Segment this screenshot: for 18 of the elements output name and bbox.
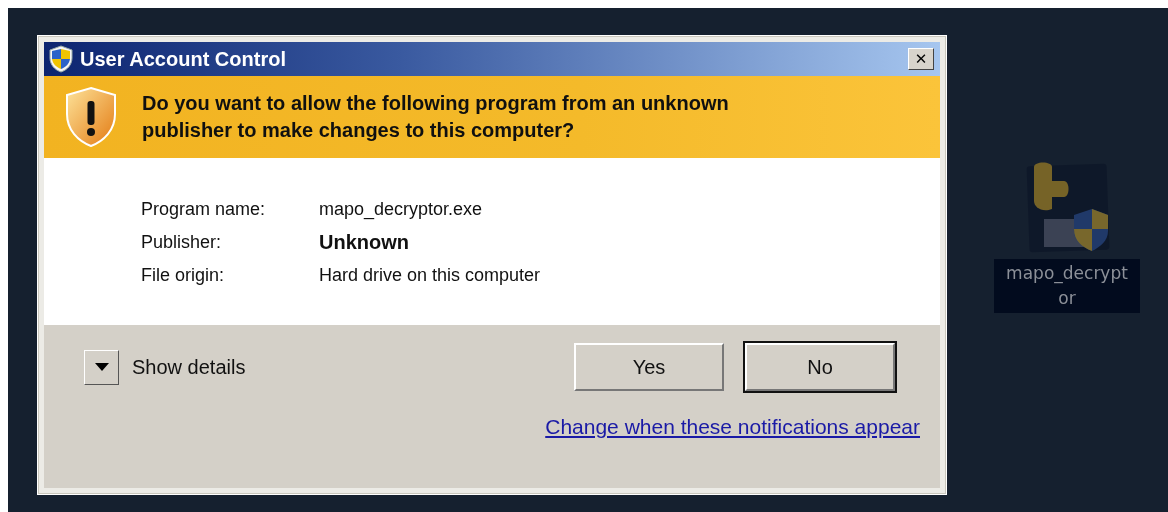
prompt-question: Do you want to allow the following program from an unknown publisher to make changes to this computer? (142, 91, 729, 143)
show-details-label[interactable]: Show details (132, 355, 553, 379)
detail-value: Unknown (319, 229, 410, 255)
detail-label: Publisher: (141, 230, 223, 254)
settings-link[interactable]: Change when these notifications appear (545, 415, 920, 438)
detail-label: Program name: (141, 197, 267, 221)
icon-label: mapo_decryptor (994, 259, 1140, 313)
caret-icon (94, 363, 109, 371)
close-button[interactable]: ✕ (908, 48, 934, 70)
shield-icon (48, 45, 74, 73)
no-button[interactable]: No (745, 343, 895, 391)
detail-label: File origin: (141, 263, 226, 287)
detail-value: mapo_decryptor.exe (319, 197, 484, 222)
window-title: User Account Control (80, 47, 287, 71)
detail-value: Hard drive on this computer (319, 263, 542, 287)
warning-shield-icon (64, 86, 118, 148)
yes-button[interactable]: Yes (574, 343, 724, 391)
expand-button[interactable] (84, 349, 119, 385)
